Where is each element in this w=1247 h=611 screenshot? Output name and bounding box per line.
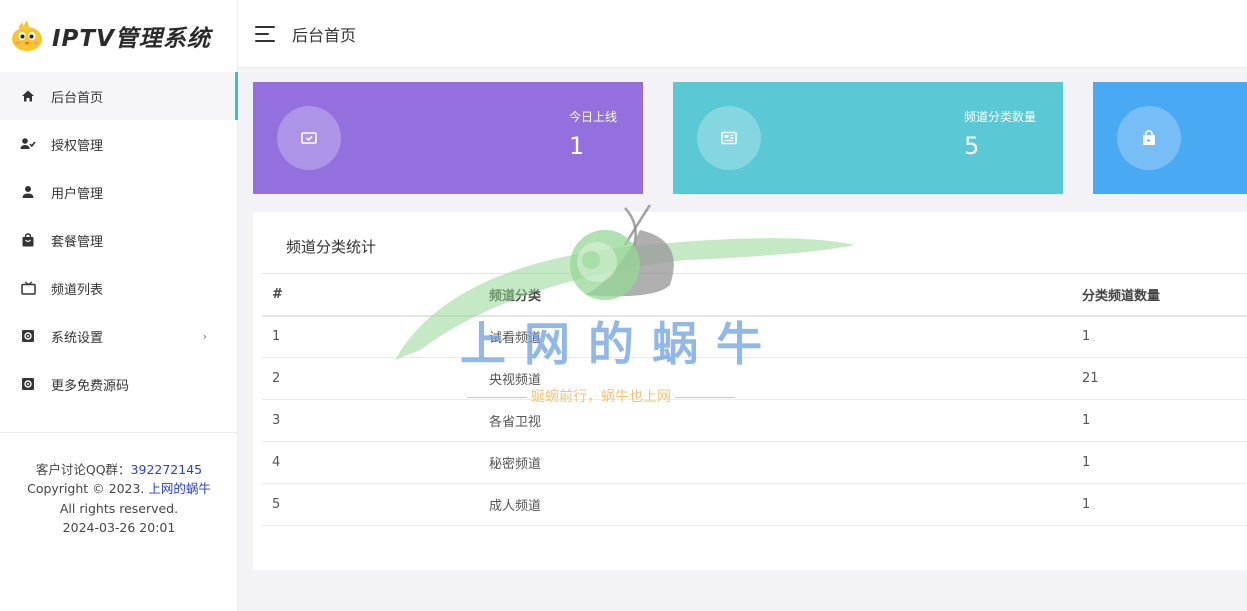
shopping-bag-icon	[1117, 106, 1181, 170]
sidebar-nav: 后台首页 授权管理 用户管理 套餐管理 频道列表 系统设置 › 更多免费源码	[0, 72, 238, 408]
sidebar-item-authorization[interactable]: 授权管理	[0, 120, 237, 168]
qq-group: 客户讨论QQ群：392272145	[0, 460, 238, 479]
stat-card-online-today: 今日上线 1	[253, 82, 643, 194]
sidebar-item-home[interactable]: 后台首页	[0, 72, 238, 120]
copyright: Copyright © 2023. 上网的蜗牛	[0, 479, 238, 498]
copyright-link[interactable]: 上网的蜗牛	[148, 481, 211, 496]
table-row: 5 成人频道 1	[262, 483, 1247, 526]
top-header: 后台首页	[238, 0, 1247, 68]
table-row: 1 试看频道 1	[262, 315, 1247, 358]
logo[interactable]: IPTV管理系统	[0, 0, 237, 72]
stat-card-category-count: 频道分类数量 5	[673, 82, 1063, 194]
stat-label: 频道分类数量	[964, 110, 1037, 124]
cell-index: 1	[262, 315, 489, 358]
category-table: # 频道分类 分类频道数量 1 试看频道 1 2 央视频道 21 3 各省卫视 …	[262, 273, 1247, 526]
cell-category: 秘密频道	[489, 441, 1082, 484]
app-title: IPTV管理系统	[52, 26, 211, 52]
cell-count: 21	[1082, 357, 1247, 400]
news-icon	[697, 106, 761, 170]
user-icon	[20, 184, 36, 200]
channel-category-stats: 频道分类统计 # 频道分类 分类频道数量 1 试看频道 1 2 央视频道 21 …	[253, 212, 1247, 570]
sidebar-item-label: 系统设置	[51, 330, 104, 346]
sidebar: IPTV管理系统 后台首页 授权管理 用户管理 套餐管理 频道列表 系统设置 ›…	[0, 0, 238, 611]
tv-check-icon	[277, 106, 341, 170]
table-row: 3 各省卫视 1	[262, 399, 1247, 442]
stat-value: 5	[964, 132, 980, 160]
cell-count: 1	[1082, 441, 1247, 484]
user-check-icon	[20, 136, 36, 152]
sidebar-item-more-source[interactable]: 更多免费源码	[0, 360, 237, 408]
menu-toggle-icon[interactable]	[255, 25, 277, 42]
table-header-row: # 频道分类 分类频道数量	[262, 273, 1247, 317]
settings-icon	[20, 328, 36, 344]
cell-index: 4	[262, 441, 489, 484]
sidebar-item-label: 套餐管理	[51, 234, 104, 250]
cell-category: 各省卫视	[489, 399, 1082, 442]
sidebar-divider	[0, 432, 238, 433]
column-header-count: 分类频道数量	[1082, 273, 1247, 317]
column-header-index: #	[262, 273, 489, 317]
sidebar-item-label: 后台首页	[51, 90, 104, 106]
chick-logo-icon	[12, 20, 42, 51]
sidebar-footer: 客户讨论QQ群：392272145 Copyright © 2023. 上网的蜗…	[0, 460, 238, 538]
settings-icon	[20, 376, 36, 392]
stat-value: 1	[569, 132, 585, 160]
stat-card-packages	[1093, 82, 1247, 194]
qq-label: 客户讨论QQ群：	[35, 462, 131, 477]
sidebar-item-packages[interactable]: 套餐管理	[0, 216, 237, 264]
cell-count: 1	[1082, 483, 1247, 526]
cell-index: 5	[262, 483, 489, 526]
qq-link[interactable]: 392272145	[131, 462, 203, 477]
home-icon	[20, 88, 36, 104]
panel-title: 频道分类统计	[286, 238, 377, 256]
sidebar-item-label: 频道列表	[51, 282, 104, 298]
sidebar-item-channels[interactable]: 频道列表	[0, 264, 237, 312]
sidebar-item-users[interactable]: 用户管理	[0, 168, 237, 216]
chevron-right-icon: ›	[202, 329, 207, 343]
stat-label: 今日上线	[569, 110, 618, 124]
shopping-bag-icon	[20, 232, 36, 248]
cell-count: 1	[1082, 315, 1247, 358]
sidebar-item-label: 授权管理	[51, 138, 104, 154]
cell-count: 1	[1082, 399, 1247, 442]
current-datetime: 2024-03-26 20:01	[62, 520, 176, 536]
cell-category: 试看频道	[489, 315, 1082, 358]
sidebar-item-label: 用户管理	[51, 186, 104, 202]
table-row: 4 秘密频道 1	[262, 441, 1247, 484]
column-header-category: 频道分类	[489, 273, 1082, 317]
cell-category: 央视频道	[489, 357, 1082, 400]
sidebar-item-label: 更多免费源码	[51, 378, 130, 394]
rights-reserved: All rights reserved.	[59, 500, 179, 516]
cell-category: 成人频道	[489, 483, 1082, 526]
tv-icon	[20, 280, 36, 296]
cell-index: 3	[262, 399, 489, 442]
table-row: 2 央视频道 21	[262, 357, 1247, 400]
copyright-prefix: Copyright © 2023.	[27, 481, 149, 497]
sidebar-item-settings[interactable]: 系统设置 ›	[0, 312, 237, 360]
cell-index: 2	[262, 357, 489, 400]
page-title: 后台首页	[292, 25, 357, 45]
